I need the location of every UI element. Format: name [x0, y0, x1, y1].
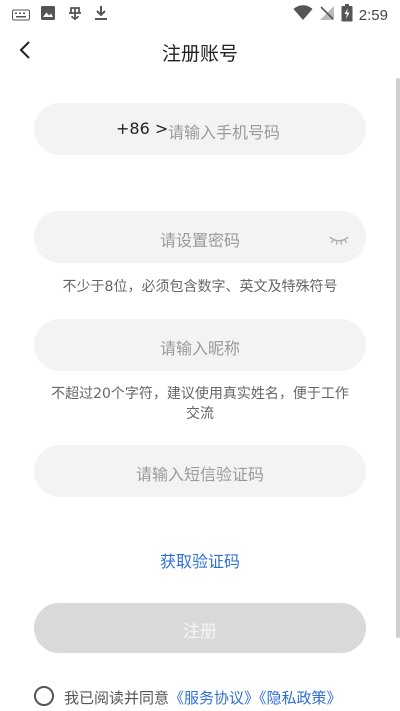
keyboard-icon: [12, 6, 30, 25]
password-field[interactable]: 请设置密码: [34, 211, 366, 263]
sms-code-placeholder: 请输入短信验证码: [135, 465, 264, 484]
status-bar: 2:59: [0, 0, 400, 28]
status-left-icons: [12, 4, 108, 26]
wifi-icon: [293, 5, 313, 25]
scrollbar[interactable]: [396, 78, 400, 638]
agreement-text: 我已阅读并同意《服务协议》《隐私政策》: [64, 687, 342, 708]
image-icon: [40, 5, 56, 25]
register-button-label: 注册: [183, 622, 217, 642]
nickname-hint-line1: 不超过20个字符，建议使用真实姓名，便于工作: [51, 386, 349, 402]
eye-closed-icon[interactable]: [328, 231, 350, 250]
password-hint: 不少于8位，必须包含数字、英文及特殊符号: [62, 279, 338, 295]
download-icon: [94, 5, 108, 25]
phone-placeholder: 请输入手机号码: [168, 123, 281, 142]
agreement-prefix: 我已阅读并同意: [64, 689, 170, 707]
password-placeholder: 请设置密码: [159, 231, 240, 250]
nickname-field[interactable]: 请输入昵称: [34, 319, 366, 371]
country-code-selector[interactable]: +86 >: [116, 119, 168, 138]
nickname-hint: 不超过20个字符，建议使用真实姓名，便于工作 交流: [30, 384, 370, 424]
phone-field[interactable]: +86 > 请输入手机号码: [34, 103, 366, 155]
nickname-placeholder: 请输入昵称: [159, 339, 240, 358]
battery-icon: [341, 4, 353, 26]
nickname-hint-line2: 交流: [186, 406, 214, 422]
get-code-link[interactable]: 获取验证码: [0, 548, 400, 572]
sms-code-field[interactable]: 请输入短信验证码: [34, 445, 366, 497]
no-signal-icon: [319, 5, 335, 25]
service-agreement-link[interactable]: 《服务协议》: [169, 689, 259, 707]
status-right-icons: 2:59: [293, 4, 388, 26]
privacy-policy-link[interactable]: 《隐私政策》: [259, 689, 342, 707]
agreement-checkbox[interactable]: [34, 686, 54, 706]
page-title: 注册账号: [161, 43, 238, 65]
bug-icon: [66, 4, 84, 26]
register-button[interactable]: 注册: [34, 603, 366, 653]
status-time: 2:59: [358, 6, 388, 24]
